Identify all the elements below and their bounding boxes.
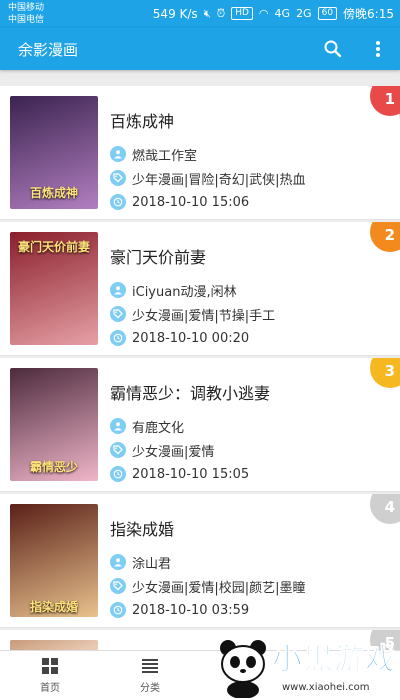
panda-mascot-icon: [220, 640, 266, 698]
author-row: 燃哉工作室: [110, 145, 198, 164]
tags-row: 少年漫画|冒险|奇幻|武侠|热血: [110, 169, 306, 188]
clock-icon: [110, 466, 126, 482]
hd-badge: HD: [231, 7, 253, 20]
tags-row: 少女漫画|爱情|节操|手工: [110, 305, 276, 324]
author-row: 有鹿文化: [110, 417, 185, 436]
search-button[interactable]: [322, 38, 344, 60]
status-right: 549 K/s 🔇︎ ⏰︎ HD ◠ 4G 2G 60 傍晚6:15: [153, 5, 394, 22]
comic-card-4[interactable]: 指染成婚 指染成婚 涂山君 少女漫画|爱情|校园|颜艺|墨瞳 2018-10-1…: [0, 494, 400, 628]
update-date: 2018-10-10 00:20: [132, 330, 250, 346]
signal-4g: 4G: [274, 7, 291, 20]
date-row: 2018-10-10 03:59: [110, 601, 249, 619]
author-name: iCiyuan动漫,闲林: [132, 284, 237, 300]
rank-number: 3: [384, 362, 395, 380]
author-name: 涂山君: [132, 556, 172, 572]
update-date: 2018-10-10 15:05: [132, 466, 250, 482]
cover-image: 指染成婚: [10, 504, 98, 617]
clock: 傍晚6:15: [343, 7, 394, 21]
app-bar: 余影漫画: [0, 28, 400, 70]
author-name: 燃哉工作室: [132, 148, 198, 164]
alarm-icon: ⏰︎: [216, 6, 226, 20]
comic-title: 百炼成神: [110, 112, 175, 131]
battery-level: 60: [317, 7, 338, 20]
tags-row: 少女漫画|爱情: [110, 441, 215, 460]
rank-number: 4: [384, 498, 395, 516]
cover-title-art: 豪门天价前妻: [17, 240, 90, 254]
author-icon: [110, 554, 126, 570]
comic-title: 豪门天价前妻: [110, 248, 207, 267]
tag-icon: [110, 170, 126, 186]
clock-icon: [110, 194, 126, 210]
tags-text: 少女漫画|爱情: [132, 444, 215, 460]
cover-title-art: 指染成婚: [29, 600, 78, 614]
author-icon: [110, 282, 126, 298]
clock-icon: [110, 602, 126, 618]
rank-badge: 2: [366, 222, 400, 256]
search-icon: [324, 40, 342, 58]
app-title: 余影漫画: [18, 41, 79, 59]
cover-image: 豪门天价前妻: [10, 232, 98, 345]
tags-text: 少女漫画|爱情|节操|手工: [132, 308, 276, 324]
carrier-1: 中国移动: [8, 3, 45, 13]
cover-title-art: 霸情恶少: [29, 460, 78, 474]
more-vert-icon: [376, 41, 380, 57]
date-row: 2018-10-10 15:06: [110, 193, 249, 211]
date-row: 2018-10-10 15:05: [110, 465, 249, 483]
mute-icon: 🔇︎: [203, 6, 211, 20]
rank-badge: 3: [366, 358, 400, 392]
tags-row: 少女漫画|爱情|校园|颜艺|墨瞳: [110, 577, 306, 596]
comic-card-1[interactable]: 百炼成神 百炼成神 燃哉工作室 少年漫画|冒险|奇幻|武侠|热血 2018-10…: [0, 86, 400, 220]
tag-icon: [110, 306, 126, 322]
list-icon: [142, 659, 158, 673]
author-icon: [110, 146, 126, 162]
update-date: 2018-10-10 03:59: [132, 602, 250, 618]
watermark-title: 小黑游戏: [272, 642, 396, 678]
clock-icon: [110, 330, 126, 346]
cover-image: 百炼成神: [10, 96, 98, 209]
watermark: 小黑游戏 www.xiaohei.com: [212, 632, 400, 700]
wifi-icon: ◠: [258, 7, 269, 20]
cover-image: 霸情恶少: [10, 368, 98, 481]
cover-image: [10, 640, 98, 650]
carrier-info: 中国移动 中国电信: [8, 2, 44, 26]
author-icon: [110, 418, 126, 434]
date-row: 2018-10-10 00:20: [110, 329, 249, 347]
rank-badge: 1: [366, 86, 400, 120]
rank-number: 1: [384, 90, 395, 108]
comic-card-2[interactable]: 豪门天价前妻 豪门天价前妻 iCiyuan动漫,闲林 少女漫画|爱情|节操|手工…: [0, 222, 400, 356]
comic-title: 指染成婚: [110, 520, 175, 539]
update-date: 2018-10-10 15:06: [132, 194, 250, 210]
tags-text: 少女漫画|爱情|校园|颜艺|墨瞳: [132, 580, 306, 596]
author-row: 涂山君: [110, 553, 172, 572]
windows-icon: [42, 658, 58, 674]
status-bar: 中国移动 中国电信 549 K/s 🔇︎ ⏰︎ HD ◠ 4G 2G 60 傍晚…: [0, 0, 400, 28]
signal-2g: 2G: [296, 7, 312, 20]
comic-title: 霸情恶少：调教小逃妻: [110, 384, 271, 403]
rank-badge: 4: [366, 494, 400, 528]
tags-text: 少年漫画|冒险|奇幻|武侠|热血: [132, 172, 306, 188]
watermark-url: www.xiaohei.com: [282, 682, 370, 693]
more-menu-button[interactable]: [368, 38, 388, 60]
rank-number: 2: [384, 226, 395, 244]
author-row: iCiyuan动漫,闲林: [110, 281, 237, 300]
nav-category[interactable]: 分类: [120, 657, 180, 694]
carrier-2: 中国电信: [8, 15, 45, 25]
tag-icon: [110, 578, 126, 594]
cover-title-art: 百炼成神: [29, 186, 78, 200]
network-speed: 549 K/s: [152, 6, 198, 21]
nav-category-label: 分类: [140, 683, 160, 694]
tag-icon: [110, 442, 126, 458]
nav-home[interactable]: 首页: [20, 657, 80, 694]
nav-home-label: 首页: [40, 683, 60, 694]
author-name: 有鹿文化: [132, 420, 185, 436]
comic-card-3[interactable]: 霸情恶少 霸情恶少：调教小逃妻 有鹿文化 少女漫画|爱情 2018-10-10 …: [0, 358, 400, 492]
